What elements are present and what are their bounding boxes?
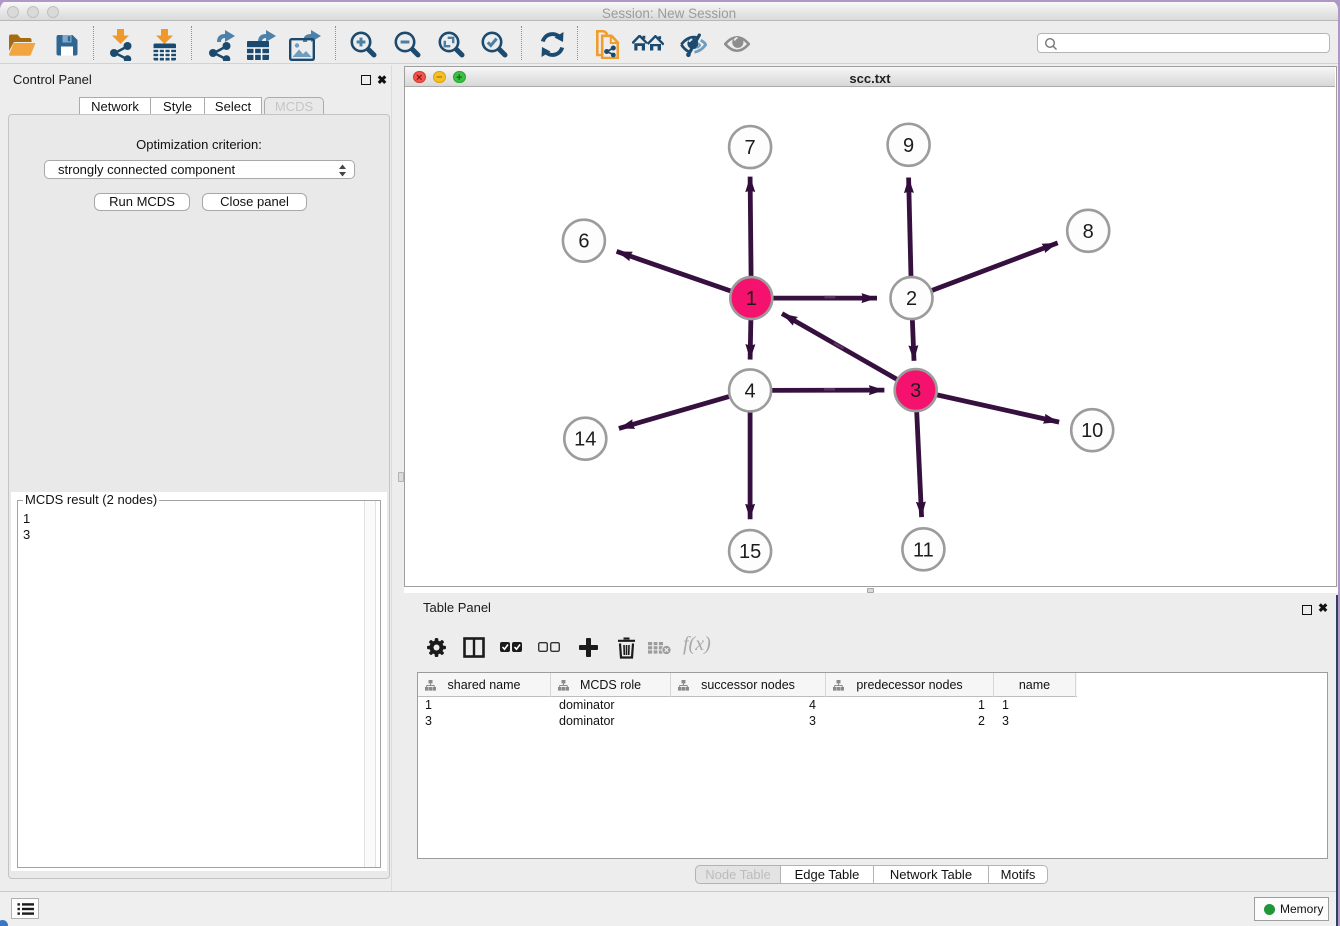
svg-text:10: 10 xyxy=(1081,420,1103,442)
svg-text:1: 1 xyxy=(746,288,757,310)
svg-text:7: 7 xyxy=(745,137,756,159)
svg-text:3: 3 xyxy=(910,380,921,402)
svg-text:14: 14 xyxy=(574,429,596,451)
svg-text:6: 6 xyxy=(578,231,589,253)
svg-text:11: 11 xyxy=(913,539,934,561)
svg-text:8: 8 xyxy=(1083,221,1094,243)
svg-text:4: 4 xyxy=(745,380,756,402)
svg-text:9: 9 xyxy=(903,135,914,157)
svg-text:15: 15 xyxy=(739,541,761,563)
svg-text:2: 2 xyxy=(906,288,917,310)
